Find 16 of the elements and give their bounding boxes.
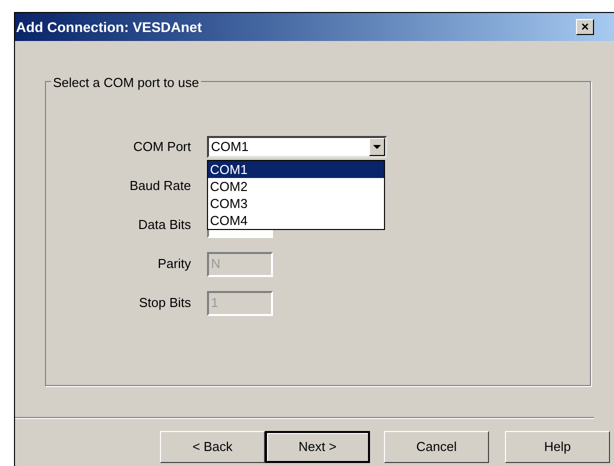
field-label: COM Port xyxy=(132,138,192,156)
dropdown-option[interactable]: COM4 xyxy=(208,212,384,229)
window-title: Add Connection: VESDAnet xyxy=(15,18,202,36)
field-label: Data Bits xyxy=(137,216,192,234)
dialog-button[interactable]: Cancel xyxy=(384,431,489,463)
dropdown-option[interactable]: COM2 xyxy=(208,178,384,195)
field-label: Stop Bits xyxy=(138,294,192,312)
dropdown-option[interactable]: COM1 xyxy=(208,161,384,178)
field-label: Baud Rate xyxy=(128,177,192,196)
dialog-button[interactable]: Help xyxy=(505,431,610,463)
field-label: Parity xyxy=(156,255,192,274)
dropdown-option[interactable]: COM3 xyxy=(208,195,384,212)
close-button[interactable]: × xyxy=(576,19,594,35)
dialog-button[interactable]: Next > xyxy=(265,431,370,463)
com-port-dropdown[interactable]: COM1 xyxy=(207,136,387,158)
dialog-button[interactable]: < Back xyxy=(160,431,265,463)
